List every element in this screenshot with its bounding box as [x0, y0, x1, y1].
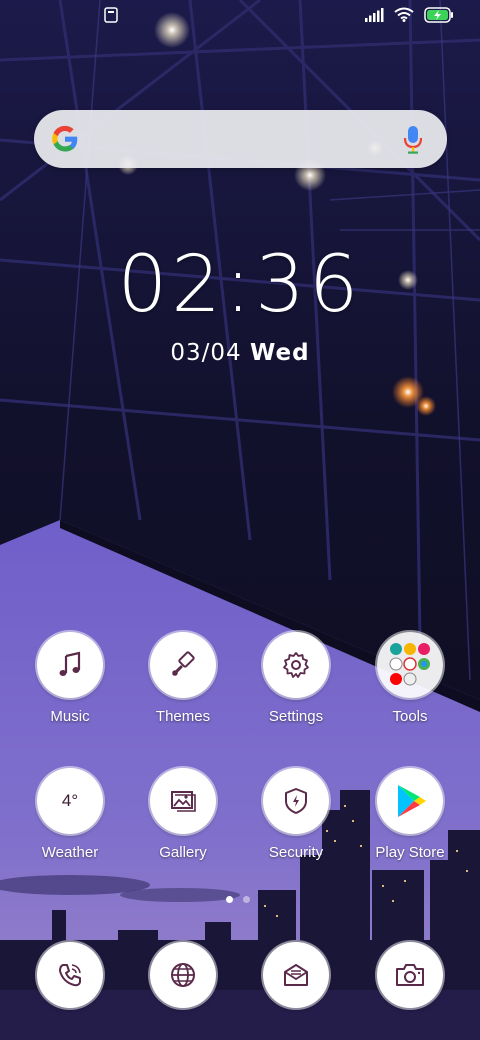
camera-icon	[396, 964, 424, 986]
folder-icon	[377, 632, 443, 698]
wifi-icon	[394, 7, 414, 27]
folder-apps-preview	[389, 643, 430, 686]
app-play-store[interactable]: Play Store	[354, 768, 466, 861]
google-search-bar[interactable]	[34, 110, 447, 168]
app-music[interactable]: Music	[14, 632, 126, 725]
app-label: Play Store	[375, 844, 445, 861]
battery-charging-icon	[424, 6, 454, 28]
folder-tools[interactable]: Tools	[354, 632, 466, 725]
app-weather[interactable]: 4° Weather	[14, 768, 126, 861]
gear-icon	[283, 652, 309, 678]
app-label: Tools	[392, 708, 428, 725]
phone-icon	[59, 964, 81, 987]
weather-temp: 4°	[61, 791, 79, 810]
page-dot-1[interactable]	[226, 896, 233, 903]
security-app-icon	[263, 768, 329, 834]
play-store-app-icon	[377, 768, 443, 834]
app-label: Security	[268, 844, 324, 861]
status-bar	[0, 0, 480, 34]
clock-time[interactable]: 02:36	[0, 240, 480, 330]
music-note-icon	[59, 651, 81, 676]
app-security[interactable]: Security	[240, 768, 352, 861]
app-gallery[interactable]: Gallery	[127, 768, 239, 861]
date-value: 03/04	[170, 340, 242, 366]
app-label: Weather	[41, 844, 99, 861]
music-app-icon	[37, 632, 103, 698]
google-g-icon	[52, 125, 78, 152]
mic-icon[interactable]	[403, 125, 423, 155]
camera-app-icon	[377, 942, 443, 1008]
clock-date[interactable]: 03/04 Wed	[0, 340, 480, 366]
shield-icon	[285, 788, 307, 814]
dock-phone[interactable]	[14, 942, 126, 1008]
gallery-app-icon	[150, 768, 216, 834]
app-label: Settings	[268, 708, 324, 725]
dock-browser[interactable]	[127, 942, 239, 1008]
messages-app-icon	[263, 942, 329, 1008]
play-store-icon	[398, 785, 426, 817]
dock-camera[interactable]	[354, 942, 466, 1008]
app-themes[interactable]: Themes	[127, 632, 239, 725]
message-icon	[284, 964, 308, 986]
gallery-icon	[171, 791, 196, 812]
app-label: Themes	[155, 708, 211, 725]
signal-icon	[364, 7, 384, 27]
globe-icon	[171, 963, 195, 987]
weekday: Wed	[249, 340, 310, 366]
settings-app-icon	[263, 632, 329, 698]
app-label: Music	[50, 708, 90, 725]
themes-app-icon	[150, 632, 216, 698]
weather-icon: 4°	[37, 768, 103, 834]
dock-messages[interactable]	[240, 942, 352, 1008]
browser-app-icon	[150, 942, 216, 1008]
page-indicator[interactable]	[226, 896, 250, 903]
notification-icon	[104, 6, 118, 28]
phone-app-icon	[37, 942, 103, 1008]
app-settings[interactable]: Settings	[240, 632, 352, 725]
app-label: Gallery	[159, 844, 207, 861]
paintbrush-icon	[172, 651, 195, 676]
page-dot-2[interactable]	[243, 896, 250, 903]
